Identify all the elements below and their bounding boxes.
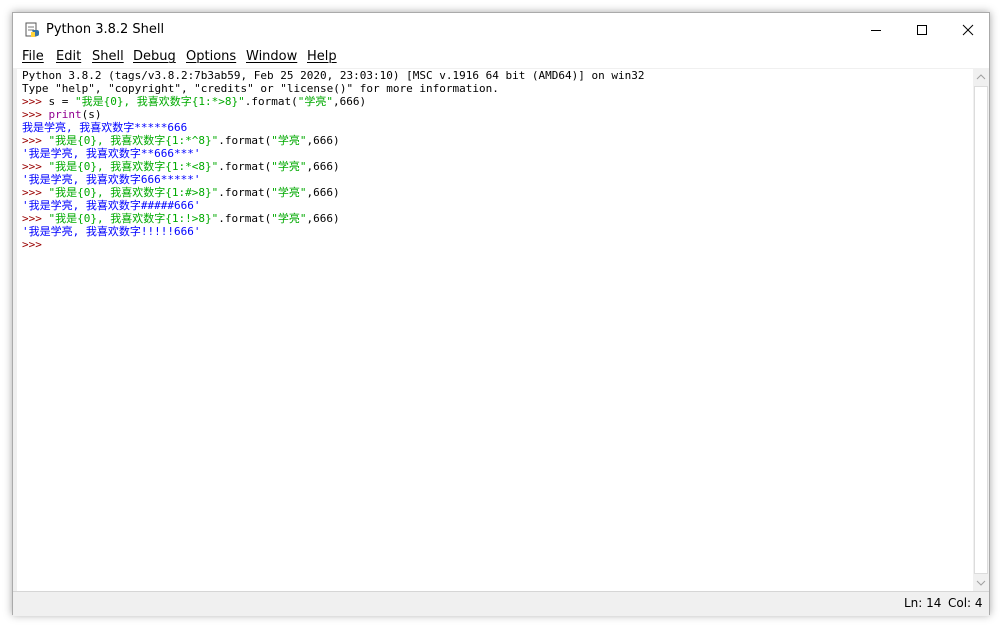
maximize-button[interactable] <box>899 13 945 47</box>
scroll-down-arrow-icon[interactable] <box>976 579 986 587</box>
shell-text: print <box>48 108 82 121</box>
shell-text: "我是{0}, 我喜欢数字{1:*^8}" <box>48 134 219 147</box>
shell-text: .format( <box>218 134 272 147</box>
menu-edit[interactable]: Edit <box>56 49 81 64</box>
shell-prompt: >>> <box>22 134 49 147</box>
shell-text: .format( <box>218 160 272 173</box>
shell-text: s = <box>48 95 75 108</box>
shell-prompt: >>> <box>22 160 49 173</box>
menu-bar: File Edit Shell Debug Options Window Hel… <box>13 47 989 69</box>
shell-text: '我是学亮, 我喜欢数字**666***' <box>22 147 201 160</box>
scroll-up-arrow-icon[interactable] <box>976 73 986 81</box>
shell-line: Python 3.8.2 (tags/v3.8.2:7b3ab59, Feb 2… <box>22 69 969 82</box>
shell-line: '我是学亮, 我喜欢数字!!!!!666' <box>22 225 969 238</box>
shell-line: 我是学亮, 我喜欢数字*****666 <box>22 121 969 134</box>
shell-text: Type "help", "copyright", "credits" or "… <box>22 82 499 95</box>
shell-line: >>> s = "我是{0}, 我喜欢数字{1:*>8}".format("学亮… <box>22 95 969 108</box>
shell-text: ,666) <box>306 186 340 199</box>
shell-text: "学亮" <box>297 95 333 108</box>
title-bar[interactable]: Python 3.8.2 Shell <box>13 13 989 47</box>
minimize-icon <box>871 30 881 31</box>
shell-text: .format( <box>218 186 272 199</box>
menu-shell[interactable]: Shell <box>92 49 124 64</box>
shell-text: '我是学亮, 我喜欢数字666*****' <box>22 173 201 186</box>
close-button[interactable] <box>945 13 991 47</box>
shell-text: "我是{0}, 我喜欢数字{1:*>8}" <box>75 95 245 108</box>
shell-text: Python 3.8.2 (tags/v3.8.2:7b3ab59, Feb 2… <box>22 69 645 82</box>
shell-text: ,666) <box>306 160 340 173</box>
maximize-icon <box>917 25 927 35</box>
shell-line: >>> "我是{0}, 我喜欢数字{1:#>8}".format("学亮",66… <box>22 186 969 199</box>
menu-help[interactable]: Help <box>307 49 337 64</box>
column-indicator: Col: 4 <box>948 596 983 610</box>
shell-line: >>> <box>22 238 969 251</box>
shell-prompt: >>> <box>22 238 49 251</box>
menu-debug[interactable]: Debug <box>133 49 176 64</box>
shell-line: >>> "我是{0}, 我喜欢数字{1:*<8}".format("学亮",66… <box>22 160 969 173</box>
status-bar: Ln: 14 Col: 4 <box>13 591 989 616</box>
shell-prompt: >>> <box>22 95 49 108</box>
shell-prompt: >>> <box>22 108 49 121</box>
shell-prompt: >>> <box>22 212 49 225</box>
shell-line: >>> "我是{0}, 我喜欢数字{1:*^8}".format("学亮",66… <box>22 134 969 147</box>
shell-text: "我是{0}, 我喜欢数字{1:*<8}" <box>48 160 219 173</box>
shell-text: "学亮" <box>271 160 307 173</box>
close-icon <box>962 24 974 36</box>
shell-text: .format( <box>218 212 272 225</box>
shell-text: 我是学亮, 我喜欢数字*****666 <box>22 121 188 134</box>
shell-text: "我是{0}, 我喜欢数字{1:#>8}" <box>48 186 219 199</box>
line-indicator: Ln: 14 <box>904 596 942 610</box>
shell-text: .format( <box>244 95 298 108</box>
vertical-scrollbar[interactable] <box>973 69 989 591</box>
shell-text: '我是学亮, 我喜欢数字#####666' <box>22 199 201 212</box>
shell-line: Type "help", "copyright", "credits" or "… <box>22 82 969 95</box>
shell-output[interactable]: Python 3.8.2 (tags/v3.8.2:7b3ab59, Feb 2… <box>22 69 969 251</box>
shell-text: '我是学亮, 我喜欢数字!!!!!666' <box>22 225 201 238</box>
python-idle-icon <box>25 22 39 37</box>
shell-line: >>> print(s) <box>22 108 969 121</box>
shell-line: '我是学亮, 我喜欢数字666*****' <box>22 173 969 186</box>
shell-prompt: >>> <box>22 186 49 199</box>
shell-text: ,666) <box>306 134 340 147</box>
shell-line: >>> "我是{0}, 我喜欢数字{1:!>8}".format("学亮",66… <box>22 212 969 225</box>
menu-file[interactable]: File <box>22 49 44 64</box>
menu-window[interactable]: Window <box>246 49 297 64</box>
shell-text-area[interactable]: Python 3.8.2 (tags/v3.8.2:7b3ab59, Feb 2… <box>17 69 973 591</box>
shell-text: "学亮" <box>271 212 307 225</box>
shell-line: '我是学亮, 我喜欢数字**666***' <box>22 147 969 160</box>
shell-text: (s) <box>81 108 102 121</box>
shell-text: ,666) <box>332 95 367 108</box>
minimize-button[interactable] <box>853 13 899 47</box>
scrollbar-thumb[interactable] <box>974 86 988 574</box>
shell-line: '我是学亮, 我喜欢数字#####666' <box>22 199 969 212</box>
shell-text: ,666) <box>306 212 340 225</box>
window-title: Python 3.8.2 Shell <box>46 22 165 37</box>
shell-text: "学亮" <box>271 134 307 147</box>
menu-options[interactable]: Options <box>186 49 236 64</box>
shell-text: "我是{0}, 我喜欢数字{1:!>8}" <box>48 212 219 225</box>
idle-shell-window: Python 3.8.2 Shell File Edit Shell Debug… <box>12 12 990 616</box>
shell-text: "学亮" <box>271 186 307 199</box>
